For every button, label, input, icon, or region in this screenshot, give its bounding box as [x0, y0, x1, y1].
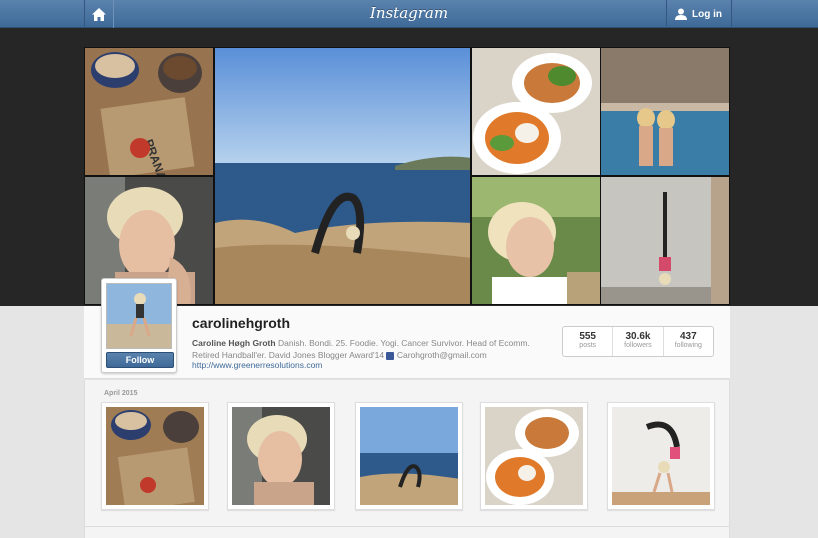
profile-header: Follow carolinehgroth Caroline Høgh Grot… — [84, 278, 730, 379]
feed-photo[interactable] — [227, 402, 335, 510]
username: carolinehgroth — [192, 315, 291, 331]
avatar[interactable] — [106, 283, 172, 349]
stat-value: 30.6k — [625, 331, 651, 342]
stats-box: 555 posts 30.6k followers 437 following — [562, 326, 714, 357]
header-photo-beach-yoga[interactable] — [214, 47, 471, 305]
follow-button[interactable]: Follow — [106, 352, 174, 368]
stat-label: posts — [579, 342, 597, 349]
stat-label: followers — [624, 342, 652, 349]
stat-value: 555 — [579, 331, 596, 342]
user-icon — [675, 8, 687, 20]
full-name: Caroline Høgh Groth — [192, 338, 276, 348]
stat-followers[interactable]: 30.6k followers — [613, 327, 664, 356]
top-navigation-bar: Instagram Log in — [0, 0, 818, 28]
photo-feed: April 2015 — [84, 380, 730, 538]
header-photo-pool[interactable] — [600, 47, 730, 176]
divider — [731, 0, 732, 28]
bio: Caroline Høgh Groth Danish. Bondi. 25. F… — [192, 337, 547, 361]
email-text: Carohgroth@gmail.com — [394, 350, 487, 360]
website-link[interactable]: http://www.greenerresolutions.com — [192, 360, 322, 370]
feed-photo[interactable] — [355, 402, 463, 510]
feed-photo[interactable] — [607, 402, 715, 510]
divider — [85, 526, 729, 527]
header-photo-grid: PRANA — [84, 47, 730, 305]
feed-photo[interactable] — [101, 402, 209, 510]
stat-label: following — [674, 342, 702, 349]
stat-value: 437 — [679, 331, 697, 342]
login-button[interactable]: Log in — [666, 0, 730, 28]
stat-posts[interactable]: 555 posts — [563, 327, 614, 356]
avatar-card: Follow — [101, 278, 177, 373]
header-photo-portrait[interactable] — [471, 176, 601, 305]
header-photo-handstand[interactable] — [600, 176, 730, 305]
feed-photo[interactable] — [480, 402, 588, 510]
stat-following[interactable]: 437 following — [664, 327, 713, 356]
header-photo-coffee[interactable]: PRANA — [84, 47, 214, 176]
login-label: Log in — [692, 8, 722, 20]
month-label: April 2015 — [104, 390, 138, 397]
header-photo-food[interactable] — [471, 47, 601, 176]
